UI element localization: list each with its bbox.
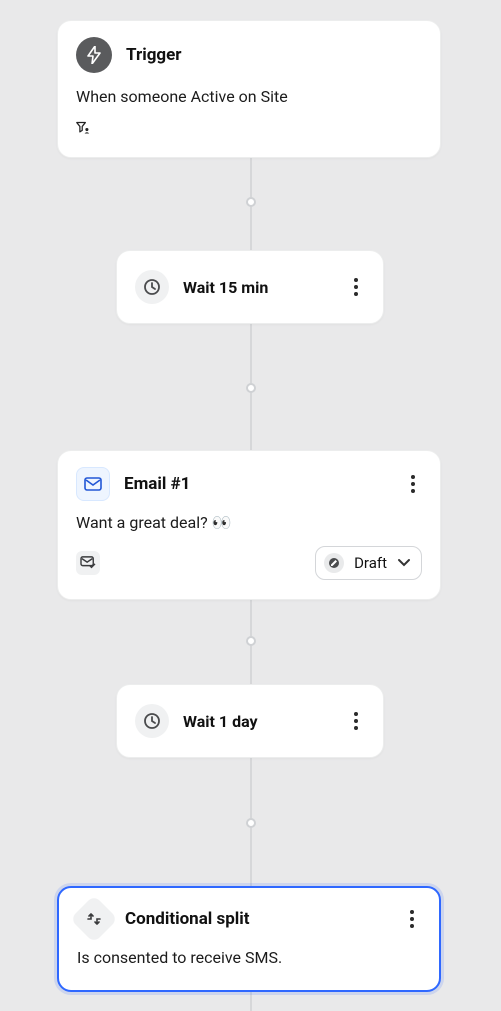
trigger-card[interactable]: Trigger When someone Active on Site — [57, 20, 441, 158]
wait-menu-button[interactable] — [347, 278, 365, 296]
clock-icon — [135, 704, 169, 738]
conditional-title: Conditional split — [125, 909, 389, 929]
flow-canvas[interactable]: Trigger When someone Active on Site Wait… — [0, 0, 501, 1011]
add-step-dot[interactable] — [246, 818, 256, 828]
wait-menu-button[interactable] — [347, 712, 365, 730]
email-card-1[interactable]: Email #1 Want a great deal? 👀 — [57, 450, 441, 600]
trigger-lightning-icon — [76, 37, 112, 73]
chevron-down-icon — [397, 558, 411, 568]
wait-card-2[interactable]: Wait 1 day — [116, 684, 384, 758]
email-menu-button[interactable] — [404, 475, 422, 493]
email-subject: Want a great deal? 👀 — [58, 501, 440, 532]
conditional-menu-button[interactable] — [403, 910, 421, 928]
status-label: Draft — [354, 554, 387, 572]
conditional-split-card[interactable]: Conditional split Is consented to receiv… — [57, 886, 441, 992]
trigger-title: Trigger — [126, 45, 182, 65]
filter-user-icon[interactable] — [76, 122, 90, 136]
conditional-description: Is consented to receive SMS. — [59, 936, 439, 983]
envelope-check-icon[interactable] — [76, 551, 100, 575]
email-title: Email #1 — [124, 474, 390, 494]
pencil-icon — [324, 553, 344, 573]
trigger-description: When someone Active on Site — [76, 87, 422, 106]
add-step-dot[interactable] — [246, 197, 256, 207]
connector-line — [250, 991, 252, 1011]
status-dropdown[interactable]: Draft — [315, 546, 422, 580]
envelope-icon — [76, 467, 110, 501]
wait-card-1[interactable]: Wait 15 min — [116, 250, 384, 324]
clock-icon — [135, 270, 169, 304]
add-step-dot[interactable] — [246, 636, 256, 646]
wait-label: Wait 15 min — [183, 278, 333, 297]
add-step-dot[interactable] — [246, 383, 256, 393]
wait-label: Wait 1 day — [183, 712, 333, 731]
